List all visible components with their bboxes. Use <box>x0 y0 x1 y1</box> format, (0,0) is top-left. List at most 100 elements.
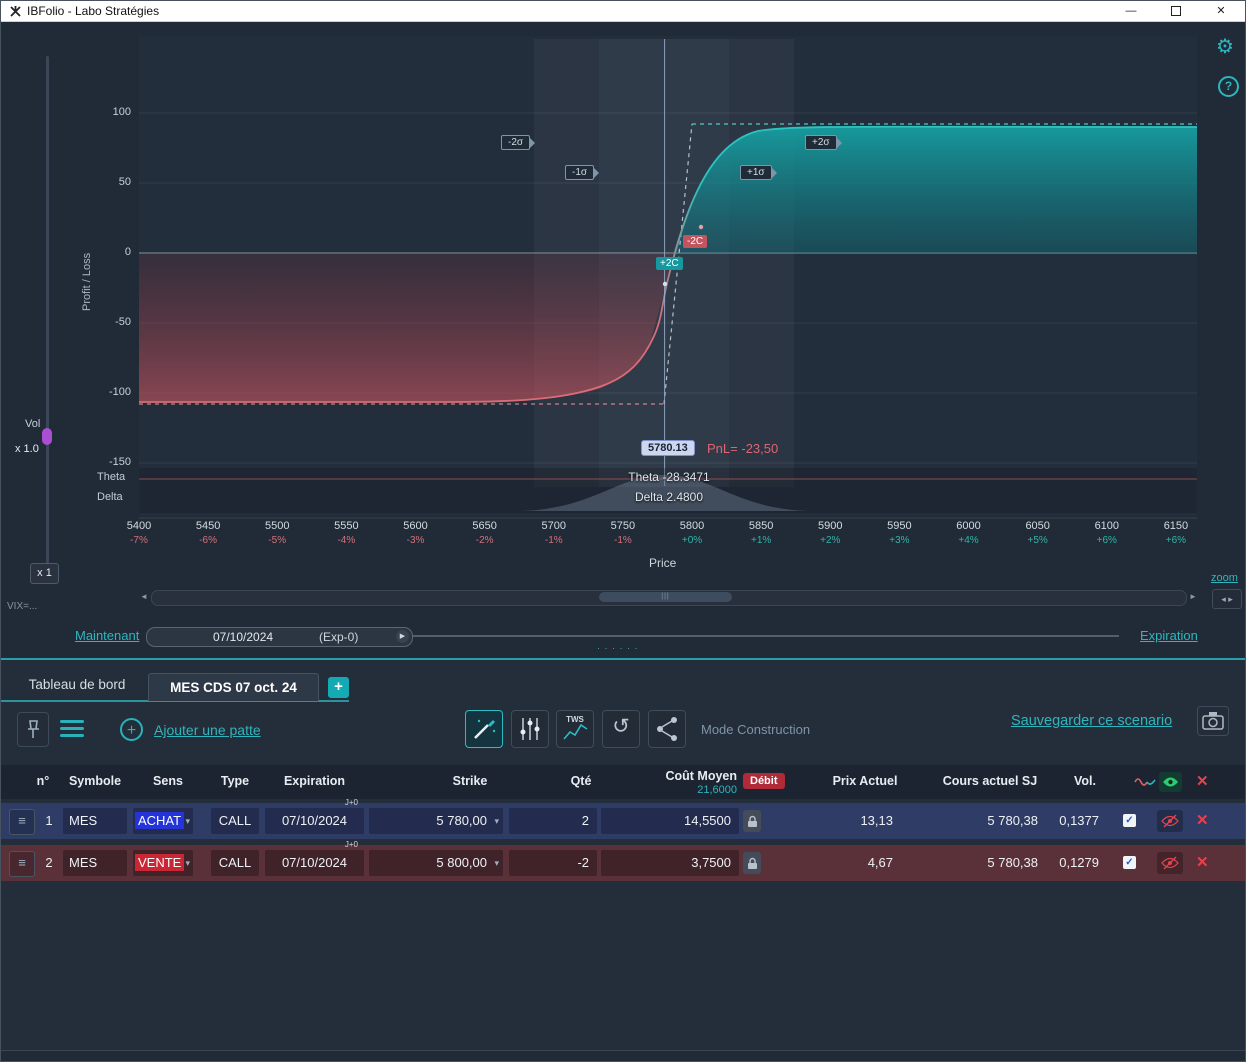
chart-scrollbar-thumb[interactable]: ||| <box>599 592 732 602</box>
symbol-field[interactable]: MES <box>63 850 127 876</box>
x-tick: 5950 +3% <box>887 520 912 546</box>
pnl-value: -23,50 <box>741 441 779 456</box>
vix-label: VIX=... <box>7 601 38 612</box>
qty-field[interactable]: 2 <box>509 808 597 834</box>
chart-scrollbar-track[interactable]: ||| <box>151 590 1187 606</box>
delete-leg-button[interactable]: ✕ <box>1196 853 1209 871</box>
caret-down-icon[interactable]: ▾ <box>185 808 190 834</box>
header-side: Sens <box>153 774 183 788</box>
dte-label: J+0 <box>344 798 358 807</box>
debit-badge[interactable]: Débit <box>743 773 785 789</box>
add-leg-label[interactable]: Ajouter une patte <box>154 722 261 738</box>
avg-cost-field[interactable]: 14,5500 <box>601 808 739 834</box>
delete-all-button[interactable]: ✕ <box>1196 772 1209 790</box>
pin-button[interactable] <box>17 712 49 747</box>
x-tick: 5450 -6% <box>195 520 221 546</box>
sigma-tag-plus1: +1σ <box>740 165 777 180</box>
save-scenario-link[interactable]: Sauvegarder ce scenario <box>1011 713 1172 729</box>
minimize-icon: — <box>1125 5 1137 17</box>
size-multiplier-box[interactable]: x 1 <box>30 563 59 584</box>
history-tool-button[interactable]: ↺ <box>602 710 640 748</box>
include-leg-checkbox[interactable]: ✓ <box>1123 856 1136 869</box>
add-leg-button[interactable]: + <box>120 718 143 741</box>
hide-leg-button[interactable] <box>1157 852 1183 874</box>
caret-down-icon[interactable]: ▾ <box>494 808 499 834</box>
leg-number: 1 <box>45 813 53 828</box>
zoom-in-icon[interactable]: ▸ <box>1228 594 1233 604</box>
zoom-out-icon[interactable]: ◂ <box>1221 594 1226 604</box>
splitter-dots-icon[interactable]: · · · · · · <box>597 643 639 653</box>
short-leg-marker[interactable]: -2C <box>683 235 708 248</box>
menu-button[interactable] <box>59 718 85 738</box>
x-tick: 5400 -7% <box>126 520 152 546</box>
delta-value: Delta 2.4800 <box>634 490 704 504</box>
title-bar: IBFolio - Labo Stratégies — ✕ <box>1 1 1245 22</box>
timeline-expiration-link[interactable]: Expiration <box>1140 628 1198 643</box>
lock-cost-button[interactable] <box>743 810 761 832</box>
snapshot-button[interactable] <box>1197 706 1229 736</box>
drag-handle[interactable]: ≡ <box>9 851 35 877</box>
type-field[interactable]: CALL <box>211 850 259 876</box>
camera-icon <box>1202 712 1224 730</box>
side-select[interactable]: VENTE ▾ <box>133 850 193 876</box>
timeline-rail[interactable] <box>413 635 1119 637</box>
timeline-scrubber[interactable]: 07/10/2024 (Exp-0) ▶ <box>146 627 413 647</box>
x-tick: 5700 -1% <box>541 520 566 546</box>
caret-down-icon[interactable]: ▾ <box>494 850 499 876</box>
delta-row-label: Delta <box>97 491 123 503</box>
vol-slider-handle[interactable] <box>42 428 52 445</box>
adjust-tool-button[interactable] <box>511 710 549 748</box>
vol-slider-track[interactable] <box>46 56 49 568</box>
hide-leg-button[interactable] <box>1157 810 1183 832</box>
dte-label: J+0 <box>344 840 358 849</box>
x-tick: 5850 +1% <box>748 520 774 546</box>
tab-dashboard[interactable]: Tableau de bord <box>11 677 143 692</box>
timeline-now-link[interactable]: Maintenant <box>75 628 139 643</box>
pnl-curve-toggle[interactable] <box>1134 774 1156 795</box>
header-symbol: Symbole <box>68 774 122 788</box>
strike-select[interactable]: 5 780,00 ▾ <box>369 808 503 834</box>
draw-tool-button[interactable] <box>465 710 503 748</box>
side-select[interactable]: ACHAT ▾ <box>133 808 193 834</box>
underlying-price-value: 5 780,38 <box>987 813 1038 828</box>
delete-leg-button[interactable]: ✕ <box>1196 811 1209 829</box>
symbol-field[interactable]: MES <box>63 808 127 834</box>
handle-icon: ≡ <box>18 855 26 870</box>
drag-handle[interactable]: ≡ <box>9 809 35 835</box>
hamburger-icon <box>60 720 84 737</box>
eye-icon <box>1163 777 1178 787</box>
help-button[interactable]: ? <box>1218 76 1239 97</box>
payoff-chart[interactable] <box>61 31 1201 531</box>
tws-tool-button[interactable]: TWS <box>556 710 594 748</box>
strike-select[interactable]: 5 800,00 ▾ <box>369 850 503 876</box>
zoom-label[interactable]: zoom <box>1211 572 1238 584</box>
zoom-control[interactable]: ◂ ▸ <box>1212 589 1242 609</box>
close-button[interactable]: ✕ <box>1199 1 1243 21</box>
avg-cost-field[interactable]: 3,7500 <box>601 850 739 876</box>
header-num: n° <box>36 774 50 788</box>
share-tool-button[interactable] <box>648 710 686 748</box>
maximize-button[interactable] <box>1154 1 1198 21</box>
caret-down-icon[interactable]: ▾ <box>185 850 190 876</box>
side-value: VENTE <box>135 854 185 871</box>
type-field[interactable]: CALL <box>211 808 259 834</box>
header-type: Type <box>220 774 250 788</box>
tab-strategy[interactable]: MES CDS 07 oct. 24 <box>148 673 319 701</box>
timeline-step-button[interactable]: ▶ <box>396 630 409 643</box>
scroll-left-icon[interactable]: ◄ <box>140 592 148 601</box>
expiration-field[interactable]: 07/10/2024 J+0 <box>265 799 364 834</box>
lock-cost-button[interactable] <box>743 852 761 874</box>
avg-cost-total: 21,6000 <box>697 784 737 796</box>
show-all-legs-button[interactable] <box>1159 772 1182 792</box>
theta-row-label: Theta <box>97 471 126 483</box>
settings-gear-icon[interactable]: ⚙ <box>1216 34 1234 59</box>
include-leg-checkbox[interactable]: ✓ <box>1123 814 1136 827</box>
scroll-right-icon[interactable]: ► <box>1189 592 1197 601</box>
expiration-field[interactable]: 07/10/2024 J+0 <box>265 841 364 876</box>
add-tab-button[interactable]: + <box>328 677 349 698</box>
app-window: IBFolio - Labo Stratégies — ✕ Profit / L… <box>0 0 1246 1062</box>
qty-field[interactable]: -2 <box>509 850 597 876</box>
long-leg-marker[interactable]: +2C <box>656 257 683 270</box>
minimize-button[interactable]: — <box>1109 1 1153 21</box>
x-tick: 6150 +6% <box>1163 520 1189 546</box>
